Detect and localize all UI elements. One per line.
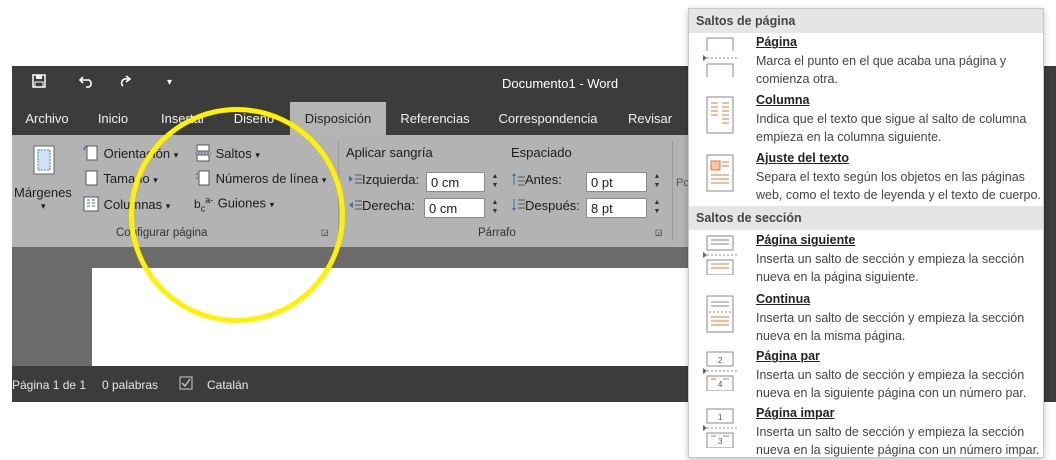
breaks-menu: Saltos de página Página Marca el punto e… xyxy=(688,8,1044,458)
indent-left-icon xyxy=(348,173,362,188)
menu-item-text-wrapping[interactable]: Ajuste del texto Separa el texto según l… xyxy=(689,151,1043,211)
tab-correspondencia[interactable]: Correspondencia xyxy=(489,102,607,135)
indent-left-input[interactable]: 0 cm xyxy=(426,172,485,192)
indent-right-label: Derecha: xyxy=(348,198,415,214)
menu-item-even-page[interactable]: 24 Página par Inserta un salto de secció… xyxy=(689,349,1043,405)
menu-item-desc: Inserta un salto de sección y empieza la… xyxy=(756,425,1040,457)
menu-item-title: Columna xyxy=(756,93,810,107)
svg-text:1: 1 xyxy=(718,413,723,422)
tab-archivo[interactable]: Archivo xyxy=(12,102,82,135)
odd-page-break-icon: 13 xyxy=(703,408,739,453)
spacing-before-input[interactable]: 0 pt xyxy=(586,172,647,192)
tab-referencias[interactable]: Referencias xyxy=(393,102,477,135)
spacing-after-spinner[interactable]: ▲ ▼ xyxy=(650,198,664,218)
indent-right-input[interactable]: 0 cm xyxy=(424,198,485,218)
menu-item-title: Página xyxy=(756,35,797,49)
indent-heading: Aplicar sangría xyxy=(346,145,433,160)
columns-icon xyxy=(82,195,100,216)
menu-item-title: Continua xyxy=(756,292,811,306)
tab-revisar[interactable]: Revisar xyxy=(618,102,682,135)
size-icon xyxy=(82,169,100,190)
spacing-after-icon xyxy=(511,198,525,215)
text-wrapping-break-icon xyxy=(703,153,739,198)
indent-left-spinner[interactable]: ▲ ▼ xyxy=(488,172,502,192)
indent-right-spinner[interactable]: ▲ ▼ xyxy=(488,198,502,218)
menu-item-column[interactable]: Columna Indica que el texto que sigue al… xyxy=(689,93,1043,147)
menu-item-title: Página siguiente xyxy=(756,233,856,247)
section-breaks-header: Saltos de sección xyxy=(689,206,1043,230)
page-breaks-header: Saltos de página xyxy=(689,9,1043,33)
menu-item-desc: Indica que el texto que sigue al salto d… xyxy=(756,112,1027,144)
orientation-icon xyxy=(82,144,100,165)
menu-item-title: Página par xyxy=(756,349,820,363)
continuous-break-icon xyxy=(703,294,739,339)
status-page[interactable]: Página 1 de 1 xyxy=(12,378,86,392)
window-title: Documento1 - Word xyxy=(502,76,619,91)
spacing-heading: Espaciado xyxy=(511,145,572,160)
spacing-before-label: Antes: xyxy=(511,172,562,189)
menu-item-page[interactable]: Página Marca el punto en el que acaba un… xyxy=(689,35,1043,89)
status-language[interactable]: Catalán xyxy=(207,378,248,392)
svg-text:2: 2 xyxy=(718,356,723,365)
menu-item-title: Ajuste del texto xyxy=(756,151,850,165)
menu-item-next-page[interactable]: Página siguiente Inserta un salto de sec… xyxy=(689,233,1043,289)
svg-text:4: 4 xyxy=(718,380,723,389)
indent-right-icon xyxy=(348,199,362,214)
tab-inicio[interactable]: Inicio xyxy=(88,102,138,135)
menu-item-continuous[interactable]: Continua Inserta un salto de sección y e… xyxy=(689,292,1043,348)
paragraph-launcher-icon[interactable]: ◲ xyxy=(655,228,663,237)
spacing-before-icon xyxy=(511,172,525,189)
page-break-icon xyxy=(703,37,739,82)
indent-left-label: Izquierda: xyxy=(348,172,419,188)
highlight-circle xyxy=(129,107,345,323)
margins-icon[interactable] xyxy=(33,145,55,178)
redo-icon[interactable] xyxy=(120,74,136,92)
customize-qat-icon[interactable]: ▾ xyxy=(167,77,172,88)
menu-item-title: Página impar xyxy=(756,406,835,420)
menu-item-desc: Separa el texto según los objetos en las… xyxy=(756,170,1041,202)
save-icon[interactable] xyxy=(32,74,46,92)
status-words[interactable]: 0 palabras xyxy=(102,378,158,392)
group-divider xyxy=(672,141,673,241)
svg-text:3: 3 xyxy=(718,437,723,446)
window-edge xyxy=(1044,66,1056,402)
proofing-icon[interactable] xyxy=(179,376,193,393)
menu-item-desc: Inserta un salto de sección y empieza la… xyxy=(756,252,1025,284)
margins-dropdown-icon[interactable]: ▾ xyxy=(41,201,46,212)
spacing-after-input[interactable]: 8 pt xyxy=(586,198,647,218)
spacing-after-label: Después: xyxy=(511,198,580,215)
margins-button[interactable]: Márgenes xyxy=(14,185,72,200)
even-page-break-icon: 24 xyxy=(703,351,739,396)
menu-item-desc: Marca el punto en el que acaba una págin… xyxy=(756,54,1007,86)
column-break-icon xyxy=(703,95,739,140)
spacing-before-spinner[interactable]: ▲ ▼ xyxy=(650,172,664,192)
menu-item-odd-page[interactable]: 13 Página impar Inserta un salto de secc… xyxy=(689,406,1043,458)
undo-icon[interactable] xyxy=(78,74,95,92)
menu-item-desc: Inserta un salto de sección y empieza la… xyxy=(756,368,1027,400)
menu-item-desc: Inserta un salto de sección y empieza la… xyxy=(756,311,1025,343)
paragraph-group-label: Párrafo xyxy=(478,227,516,239)
next-page-break-icon xyxy=(703,235,739,280)
